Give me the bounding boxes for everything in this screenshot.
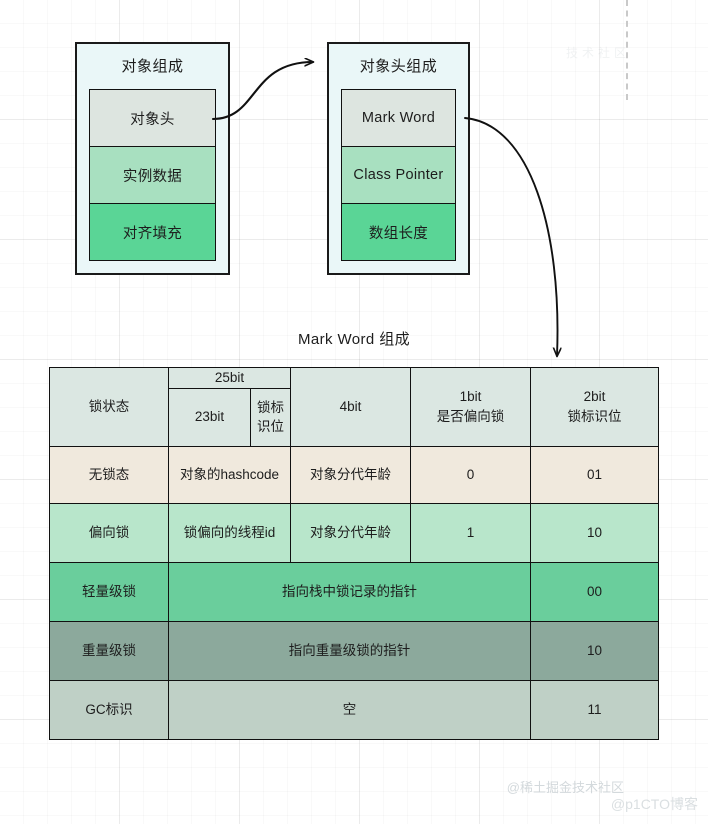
table-header-row-top: 锁状态 25bit 4bit 1bit 是否偏向锁 2bit 锁标识位 — [49, 367, 659, 447]
watermark-top-faint: 技术社区 — [565, 46, 630, 60]
object-header-composition-caption: 对象头组成 — [359, 58, 438, 75]
row-2bit-lightweight: 00 — [530, 561, 659, 622]
header-lock-state: 锁状态 — [49, 367, 169, 447]
class-pointer-cell: Class Pointer — [342, 147, 455, 204]
header-2bit: 2bit 锁标识位 — [530, 367, 659, 447]
row-4bit-no-lock: 对象分代年龄 — [290, 445, 411, 504]
object-composition-box: 对象组成 对象头 实例数据 对齐填充 — [75, 42, 230, 275]
row-2bit-no-lock: 01 — [530, 445, 659, 504]
header-4bit: 4bit — [290, 367, 411, 447]
mark-word-cell: Mark Word — [342, 90, 455, 147]
watermark-juejin: @稀土掘金技术社区 — [506, 780, 624, 795]
row-1bit-no-lock: 0 — [410, 445, 531, 504]
table-row: 轻量级锁 指向栈中锁记录的指针 00 — [49, 561, 659, 622]
mark-word-table: 锁状态 25bit 4bit 1bit 是否偏向锁 2bit 锁标识位 23bi… — [49, 367, 659, 740]
array-length-cell: 数组长度 — [342, 204, 455, 260]
watermark-cto: @p1CTO博客 — [610, 796, 698, 812]
table-row: 偏向锁 锁偏向的线程id 对象分代年龄 1 10 — [49, 502, 659, 563]
row-2bit-biased: 10 — [530, 502, 659, 563]
row-4bit-biased: 对象分代年龄 — [290, 502, 411, 563]
table-row: GC标识 空 11 — [49, 679, 659, 740]
row-25bit-no-lock: 对象的hashcode — [168, 445, 291, 504]
object-header-composition-stack: Mark Word Class Pointer 数组长度 — [341, 89, 456, 261]
row-2bit-gc: 11 — [530, 679, 659, 740]
row-state-heavyweight: 重量级锁 — [49, 620, 169, 681]
header-1bit-title: 1bit — [459, 389, 482, 405]
row-merged-lightweight: 指向栈中锁记录的指针 — [168, 561, 531, 622]
instance-data-cell: 实例数据 — [90, 147, 215, 204]
row-state-gc: GC标识 — [49, 679, 169, 740]
padding-cell: 对齐填充 — [90, 204, 215, 260]
header-23bit: 23bit — [168, 387, 251, 447]
header-1bit: 1bit 是否偏向锁 — [410, 367, 531, 447]
object-composition-stack: 对象头 实例数据 对齐填充 — [89, 89, 216, 261]
row-merged-heavyweight: 指向重量级锁的指针 — [168, 620, 531, 681]
table-title: Mark Word 组成 — [297, 331, 411, 348]
header-2bit-title: 2bit — [583, 389, 606, 405]
row-state-biased: 偏向锁 — [49, 502, 169, 563]
row-merged-gc: 空 — [168, 679, 531, 740]
row-25bit-biased: 锁偏向的线程id — [168, 502, 291, 563]
object-composition-caption: 对象组成 — [121, 58, 184, 75]
header-25bit: 25bit — [168, 367, 291, 389]
header-2bit-sub-col: 锁标识位 — [250, 387, 291, 447]
header-2bit-sub: 锁标识位 — [567, 408, 622, 424]
table-row: 无锁态 对象的hashcode 对象分代年龄 0 01 — [49, 445, 659, 504]
table-row: 重量级锁 指向重量级锁的指针 10 — [49, 620, 659, 681]
object-header-cell: 对象头 — [90, 90, 215, 147]
row-state-lightweight: 轻量级锁 — [49, 561, 169, 622]
header-1bit-sub: 是否偏向锁 — [436, 408, 505, 424]
object-header-composition-box: 对象头组成 Mark Word Class Pointer 数组长度 — [327, 42, 470, 275]
row-2bit-heavyweight: 10 — [530, 620, 659, 681]
row-state-no-lock: 无锁态 — [49, 445, 169, 504]
row-1bit-biased: 1 — [410, 502, 531, 563]
